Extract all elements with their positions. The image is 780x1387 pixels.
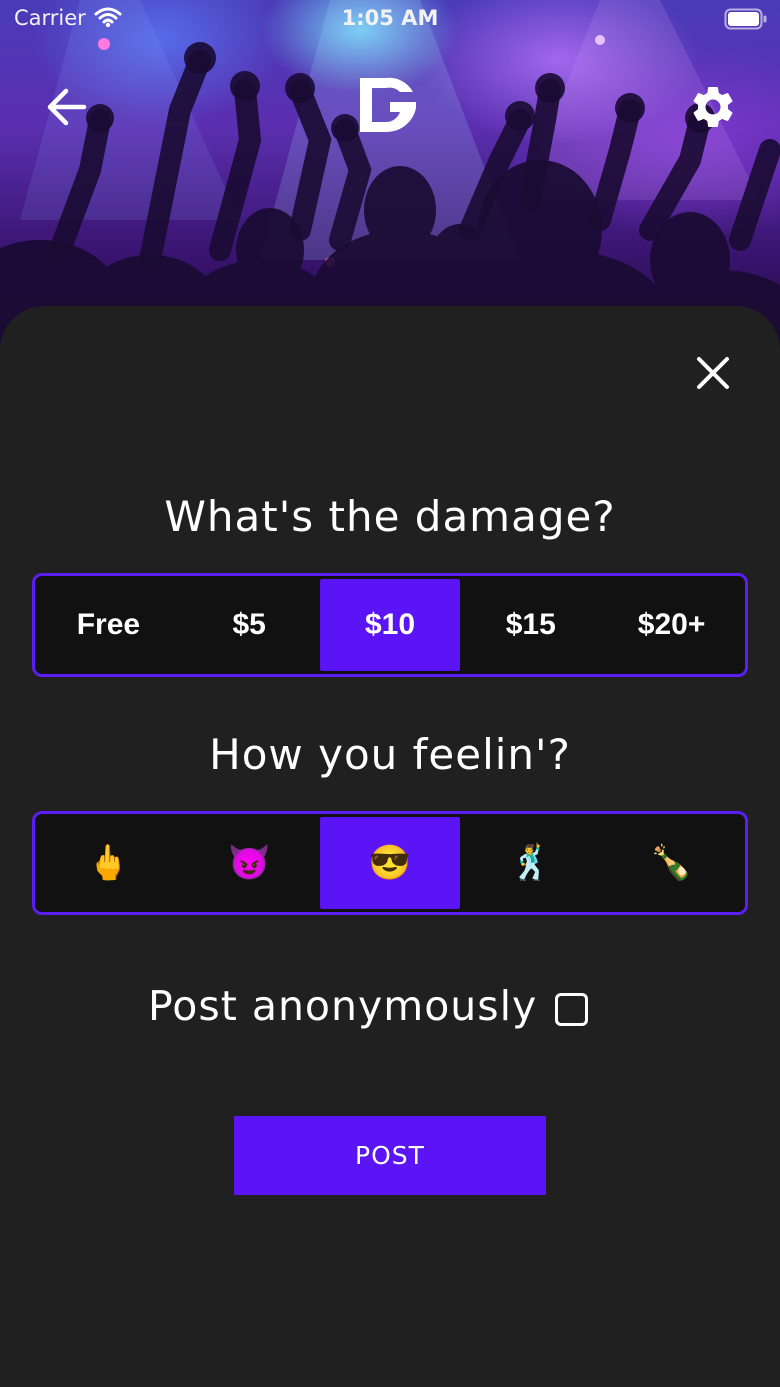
- close-icon: [697, 357, 729, 389]
- arrow-left-icon: [47, 88, 87, 126]
- status-clock: 1:05 AM: [341, 6, 439, 30]
- dancing-man-emoji-icon[interactable]: 🕺: [460, 817, 601, 909]
- back-button[interactable]: [38, 78, 96, 136]
- price-option-20-plus[interactable]: $20+: [601, 579, 742, 671]
- app-logo: [360, 77, 416, 133]
- sunglasses-face-emoji-icon[interactable]: 😎: [319, 817, 461, 909]
- gear-icon: [693, 86, 733, 127]
- battery-icon: [724, 8, 767, 30]
- champagne-bottle-emoji-icon[interactable]: 🍾: [601, 817, 742, 909]
- price-segmented-control: Free $5 $10 $15 $20+: [32, 573, 748, 677]
- middle-finger-emoji-icon[interactable]: 🖕: [38, 817, 179, 909]
- price-option-free[interactable]: Free: [38, 579, 179, 671]
- post-anonymously-checkbox[interactable]: [555, 993, 588, 1026]
- price-option-10[interactable]: $10: [319, 579, 461, 671]
- screen: Carrier 1:05 AM What's the damage? Free …: [0, 0, 780, 1387]
- damage-question: What's the damage?: [164, 492, 616, 541]
- post-button[interactable]: POST: [234, 1116, 546, 1195]
- price-option-5[interactable]: $5: [179, 579, 320, 671]
- smiling-devil-emoji-icon[interactable]: 😈: [179, 817, 320, 909]
- status-bar: Carrier 1:05 AM: [0, 0, 780, 40]
- price-option-15[interactable]: $15: [460, 579, 601, 671]
- settings-button[interactable]: [682, 76, 744, 138]
- mood-segmented-control: 🖕 😈 😎 🕺 🍾: [32, 811, 748, 915]
- feeling-question: How you feelin'?: [209, 730, 571, 779]
- close-button[interactable]: [686, 346, 740, 400]
- post-anonymously-label: Post anonymously: [148, 982, 538, 1030]
